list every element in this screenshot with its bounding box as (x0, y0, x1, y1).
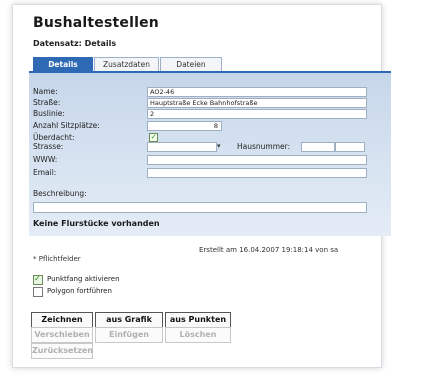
strasse-field[interactable]: Hauptstraße Ecke Bahnhofstraße (147, 98, 367, 108)
beschreibung-field[interactable] (33, 202, 367, 213)
tab-dateien[interactable]: Dateien (160, 57, 222, 71)
page-subtitle: Datensatz: Details (33, 39, 117, 48)
polygon-label: Polygon fortführen (47, 287, 112, 295)
polygon-checkbox[interactable] (33, 287, 43, 297)
beschreibung-label: Beschreibung: (33, 189, 87, 198)
tab-bar: Details Zusatzdaten Dateien (33, 57, 223, 71)
ueberdacht-label: Überdacht: (33, 133, 75, 142)
punktfang-checkbox[interactable] (33, 274, 43, 285)
www-field[interactable] (147, 155, 367, 165)
page-title: Bushaltestellen (33, 15, 159, 31)
sitzplaetze-label: Anzahl Sitzplätze: (33, 121, 100, 130)
buslinie-field[interactable]: 2 (147, 109, 367, 119)
ueberdacht-checkbox[interactable]: ✓ (149, 133, 158, 142)
www-label: WWW: (33, 155, 58, 164)
name-field[interactable]: AO2-46 (147, 87, 367, 97)
chevron-down-icon[interactable]: ▾ (217, 142, 221, 150)
tab-details[interactable]: Details (33, 57, 93, 71)
buslinie-label: Buslinie: (33, 109, 65, 118)
einfuegen-button[interactable]: Einfügen (95, 327, 163, 343)
name-label: Name: (33, 87, 58, 96)
zuruecksetzen-button[interactable]: Zurücksetzen (31, 343, 93, 359)
hausnummer-label: Hausnummer: (237, 142, 291, 151)
tab-zusatzdaten[interactable]: Zusatzdaten (94, 57, 159, 71)
email-field[interactable] (147, 168, 367, 178)
zeichnen-button[interactable]: Zeichnen (31, 312, 93, 328)
aus-grafik-button[interactable]: aus Grafik (95, 312, 163, 328)
strasse2-label: Strasse: (33, 142, 64, 151)
email-label: Email: (33, 168, 57, 177)
loeschen-button[interactable]: Löschen (165, 327, 231, 343)
strasse-label: Straße: (33, 98, 61, 107)
sitzplaetze-field[interactable]: 8 (147, 121, 222, 131)
aus-punkten-button[interactable]: aus Punkten (165, 312, 231, 328)
hausnummer-zusatz-field[interactable] (335, 142, 365, 152)
hausnummer-field[interactable] (301, 142, 335, 152)
required-note: * Pflichtfelder (33, 255, 81, 263)
flurstuecke-heading: Keine Flurstücke vorhanden (33, 219, 160, 228)
dialog-frame: Bushaltestellen Datensatz: Details Detai… (12, 4, 391, 368)
verschieben-button[interactable]: Verschieben (31, 327, 93, 343)
punktfang-label: Punktfang aktivieren (47, 275, 120, 283)
strasse-select[interactable] (147, 142, 217, 152)
created-info: Erstellt am 16.04.2007 19:18:14 von sa (199, 246, 339, 254)
